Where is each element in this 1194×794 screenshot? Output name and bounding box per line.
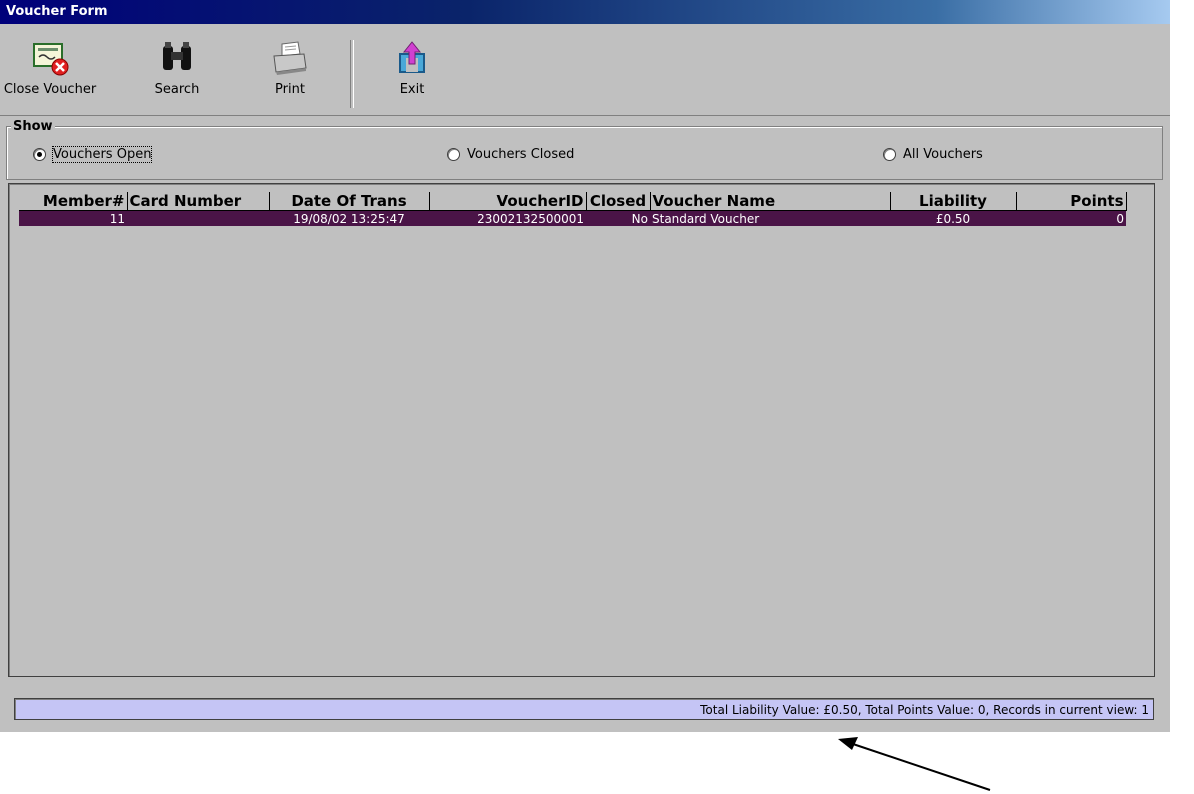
- annotation-arrow: [838, 737, 991, 791]
